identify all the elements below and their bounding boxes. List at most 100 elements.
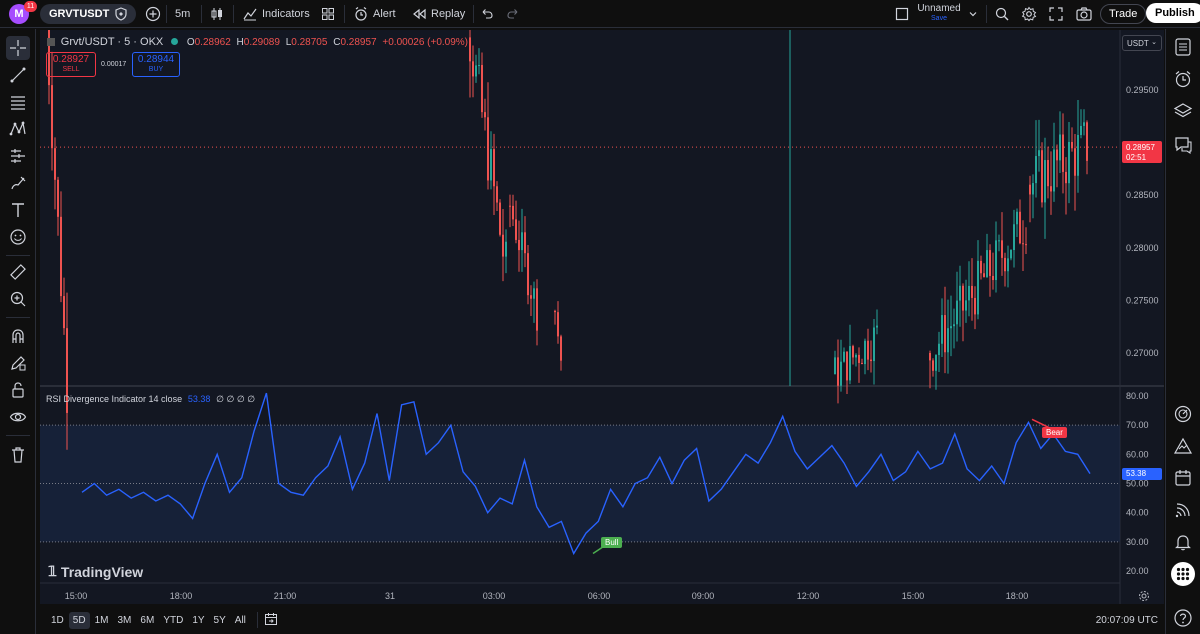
snapshot-button[interactable] — [1069, 3, 1099, 25]
candle-body — [974, 297, 976, 315]
candle-body — [536, 288, 538, 331]
undo-button[interactable] — [474, 3, 500, 25]
stay-in-drawing-tool[interactable] — [6, 351, 30, 375]
object-tree-button[interactable] — [1171, 99, 1195, 123]
layout-menu-button[interactable] — [962, 3, 984, 25]
candle-body — [60, 216, 62, 297]
candle-body — [959, 285, 961, 301]
interval-button[interactable]: 5m — [169, 3, 196, 25]
remove-drawings-tool[interactable] — [6, 443, 30, 467]
calendar-button[interactable] — [1171, 466, 1195, 490]
emoji-tool[interactable] — [6, 225, 30, 249]
add-symbol-button[interactable] — [139, 3, 167, 25]
right-sidebar — [1165, 29, 1200, 634]
streams-button[interactable] — [1171, 498, 1195, 522]
replay-button[interactable]: Replay — [405, 3, 471, 25]
chart-pane[interactable]: 0.29500 0.28500 0.28000 0.27500 0.27000 80.00… — [40, 30, 1164, 604]
time-axis-tick: 18:00 — [170, 591, 193, 601]
candle-body — [1083, 122, 1085, 126]
fullscreen-button[interactable] — [1042, 3, 1070, 25]
trash-icon — [9, 446, 27, 464]
indicators-button[interactable]: Indicators — [236, 3, 316, 25]
trendline-tool[interactable] — [6, 63, 30, 87]
text-tool[interactable] — [6, 198, 30, 222]
notifications-button[interactable] — [1171, 530, 1195, 554]
candle-body — [478, 65, 480, 67]
candle-body — [1068, 141, 1070, 184]
layouts-button[interactable] — [314, 3, 342, 25]
price-axis-tick: 0.28500 — [1126, 190, 1159, 200]
time-axis-tick: 09:00 — [692, 591, 715, 601]
lock-drawings-tool[interactable] — [6, 378, 30, 402]
sell-price: 0.28927 — [52, 54, 90, 65]
apps-button[interactable] — [1171, 562, 1195, 586]
candle-body — [487, 117, 489, 181]
candle-body — [1041, 150, 1043, 203]
candle-body — [873, 327, 875, 362]
rsi-title: RSI Divergence Indicator 14 close — [46, 394, 183, 404]
utc-clock[interactable]: 20:07:09 UTC — [1096, 615, 1158, 626]
chart-type-button[interactable] — [203, 3, 231, 25]
undo-icon — [480, 7, 494, 21]
pattern-icon — [9, 120, 27, 138]
zoom-tool[interactable] — [6, 287, 30, 311]
candles-icon — [209, 6, 225, 22]
ideas-button[interactable] — [1171, 434, 1195, 458]
range-button-5y[interactable]: 5Y — [210, 612, 230, 629]
fib-tool[interactable] — [6, 90, 30, 114]
symbol-search-button[interactable]: GRVTUSDT — [40, 4, 136, 24]
currency-selector[interactable]: USDT ⌄ — [1122, 35, 1162, 51]
candle-body — [472, 61, 474, 77]
range-button-ytd[interactable]: YTD — [159, 612, 187, 629]
candle-body — [971, 285, 973, 298]
rsi-axis-tick: 80.00 — [1126, 391, 1149, 401]
candle-body — [1038, 150, 1040, 157]
calendar-icon — [1173, 468, 1193, 488]
candle-body — [983, 273, 985, 277]
crosshair-icon — [9, 39, 27, 57]
broadcast-icon — [1173, 500, 1193, 520]
prediction-tool[interactable] — [6, 144, 30, 168]
brush-tool[interactable] — [6, 171, 30, 195]
layout-name-button[interactable]: Unnamed Save — [914, 4, 964, 24]
range-button-3m[interactable]: 3M — [114, 612, 136, 629]
quick-search-button[interactable] — [988, 3, 1016, 25]
layout-checkbox[interactable] — [889, 3, 915, 25]
time-axis-tick: 21:00 — [274, 591, 297, 601]
pattern-tool[interactable] — [6, 117, 30, 141]
goto-date-button[interactable] — [264, 612, 278, 629]
smiley-icon — [9, 228, 27, 246]
bar-countdown: 02:51 — [1126, 153, 1147, 162]
range-button-6m[interactable]: 6M — [136, 612, 158, 629]
redo-button[interactable] — [500, 3, 526, 25]
buy-button[interactable]: 0.28944 BUY — [132, 52, 180, 77]
watchlist-button[interactable] — [1171, 35, 1195, 59]
rsi-axis-tick: 20.00 — [1126, 566, 1149, 576]
alert-button[interactable]: Alert — [347, 3, 402, 25]
help-button[interactable] — [1171, 606, 1195, 630]
range-button-1y[interactable]: 1Y — [188, 612, 208, 629]
time-axis-tick: 31 — [385, 591, 395, 601]
range-button-1d[interactable]: 1D — [47, 612, 68, 629]
settings-button[interactable] — [1015, 3, 1043, 25]
range-button-5d[interactable]: 5D — [68, 611, 90, 629]
indicators-icon — [242, 6, 258, 22]
sell-button[interactable]: 0.28927 SELL — [46, 52, 96, 77]
candle-body — [947, 328, 949, 353]
candle-body — [493, 149, 495, 187]
candle-body — [499, 202, 501, 235]
trade-button[interactable]: Trade — [1100, 4, 1147, 24]
hotlists-button[interactable] — [1171, 402, 1195, 426]
publish-button[interactable]: Publish — [1146, 3, 1200, 23]
range-button-1m[interactable]: 1M — [91, 612, 113, 629]
range-button-all[interactable]: All — [231, 612, 250, 629]
candle-body — [1056, 149, 1058, 161]
chats-button[interactable] — [1171, 133, 1195, 157]
legend-change: +0.00026 (+0.09%) — [382, 37, 469, 48]
measure-tool[interactable] — [6, 260, 30, 284]
crosshair-tool[interactable] — [6, 36, 30, 60]
alerts-panel-button[interactable] — [1171, 67, 1195, 91]
magnet-icon — [9, 327, 27, 345]
hide-drawings-tool[interactable] — [6, 405, 30, 429]
magnet-tool[interactable] — [6, 324, 30, 348]
